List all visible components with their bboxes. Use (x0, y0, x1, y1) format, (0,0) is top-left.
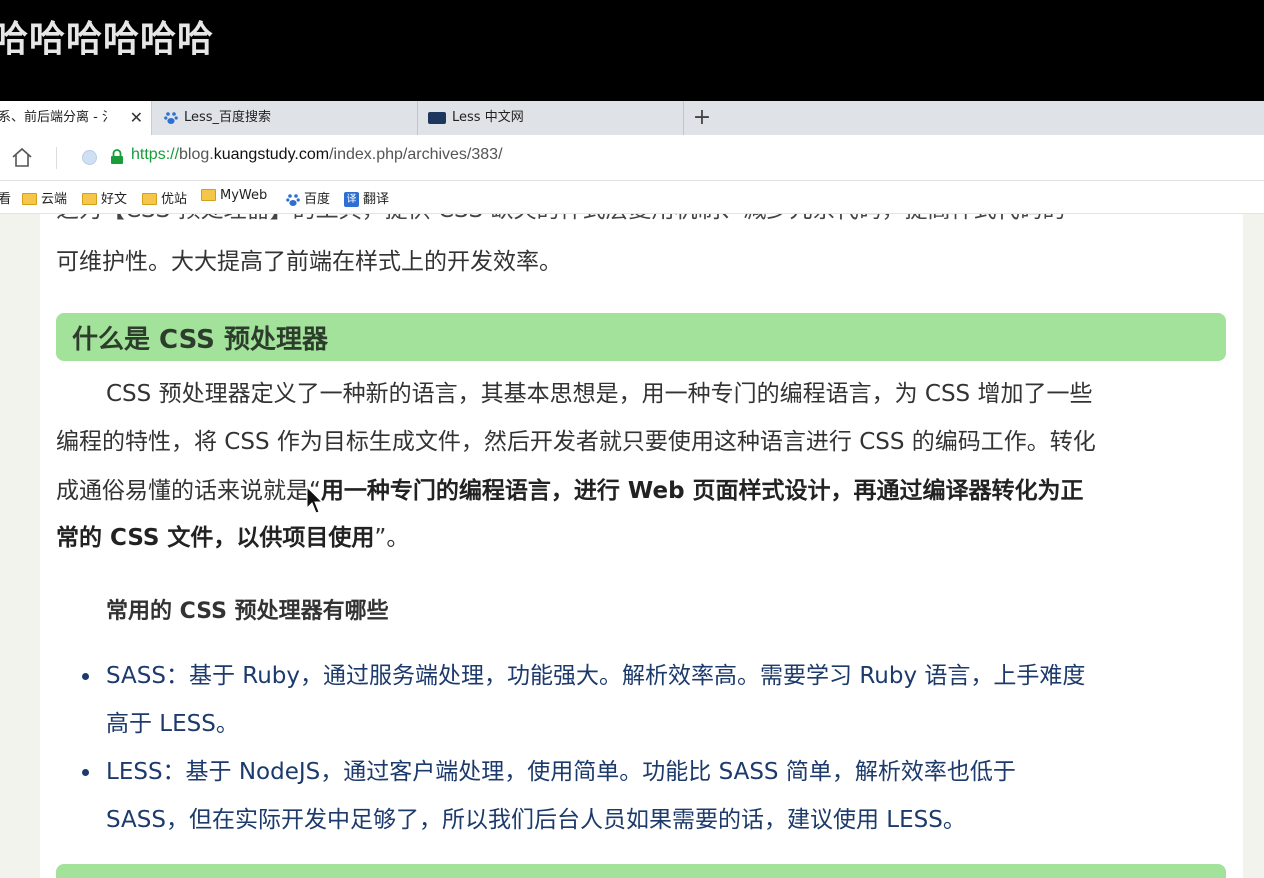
section-heading-text: 什么是 CSS 预处理器 (72, 325, 328, 355)
bookmark-label: 翻译 (363, 192, 390, 207)
bookmark-label: 云端 (41, 192, 68, 207)
tab-less-cn[interactable]: Less 中文网 (418, 101, 684, 135)
list-item-line: SASS：基于 Ruby，通过服务端处理，功能强大。解析效率高。需要学习 Rub… (106, 663, 1086, 689)
bookmark-folder-haowen[interactable]: 好文 (82, 188, 127, 207)
folder-icon (82, 192, 97, 205)
site-info-icon[interactable] (82, 150, 97, 165)
tab-less-baidu[interactable]: Less_百度搜索 (152, 101, 418, 135)
bookmark-folder-youzhan[interactable]: 优站 (142, 188, 187, 207)
tab-bar: 系、前后端分离 - 氵 ✕ Less_百度搜索 Less 中文网 (0, 101, 1264, 136)
preprocessor-list: SASS：基于 Ruby，通过服务端处理，功能强大。解析效率高。需要学习 Rub… (56, 652, 1216, 844)
section-heading: 什么是 CSS 预处理器 (56, 313, 1226, 361)
tab-active[interactable]: 系、前后端分离 - 氵 ✕ (0, 101, 152, 135)
paragraph-text: 成通俗易懂的话来说就是“ (56, 478, 321, 504)
folder-icon (201, 188, 216, 201)
emphasis-text: 用一种专门的编程语言，进行 Web 页面样式设计，再通过编译器转化为正 (320, 478, 1084, 504)
lock-icon[interactable] (110, 149, 124, 165)
clipped-paragraph-line: 之为【CSS 预处理器】的工具，提供 CSS 缺失的样式层复用机制、减少冗余代码… (56, 214, 1216, 234)
home-icon[interactable] (10, 146, 34, 170)
paragraph-line: 常的 CSS 文件，以供项目使用”。 (56, 514, 1216, 562)
bookmark-label: 优站 (161, 192, 188, 207)
url-scheme: https:// (131, 146, 180, 163)
list-item-line: LESS：基于 NodeJS，通过客户端处理，使用简单。功能比 SASS 简单，… (106, 759, 1016, 785)
url-input[interactable]: https://blog.kuangstudy.com/index.php/ar… (131, 146, 503, 164)
translate-icon: 译 (344, 192, 359, 207)
url-domain: kuangstudy.com (213, 146, 330, 163)
bookmark-label: 看 (0, 192, 12, 207)
overlay-caption: 哈哈哈哈哈哈 (0, 19, 215, 60)
mouse-cursor-icon (306, 486, 324, 514)
tab-label: 系、前后端分离 - 氵 (0, 110, 115, 125)
paragraph-line: 编程的特性，将 CSS 作为目标生成文件，然后开发者就只要使用这种语言进行 CS… (56, 429, 1096, 455)
folder-icon (22, 192, 37, 205)
url-subdomain: blog. (179, 146, 214, 163)
emphasis-text: 常的 CSS 文件，以供项目使用 (56, 525, 375, 551)
list-item-line: 高于 LESS。 (106, 711, 239, 737)
new-tab-button[interactable]: + (690, 101, 714, 135)
video-overlay-bar: 哈哈哈哈哈哈 (0, 0, 1264, 101)
bookmarks-bar: 看 云端 好文 优站 MyWeb 百度 译翻译 (0, 181, 1264, 214)
bookmark-baidu[interactable]: 百度 (286, 188, 330, 207)
intro-paragraph-end: 可维护性。大大提高了前端在样式上的开发效率。 (56, 249, 562, 275)
divider (56, 147, 57, 169)
bookmark-label: MyWeb (220, 188, 268, 203)
less-logo-icon (428, 111, 446, 124)
address-bar: https://blog.kuangstudy.com/index.php/ar… (0, 135, 1264, 181)
url-path: /index.php/archives/383/ (329, 146, 503, 163)
list-item: LESS：基于 NodeJS，通过客户端处理，使用简单。功能比 SASS 简单，… (56, 748, 1216, 844)
bookmark-translate[interactable]: 译翻译 (344, 188, 389, 207)
baidu-paw-icon (286, 193, 300, 206)
paragraph-line: 成通俗易懂的话来说就是“用一种专门的编程语言，进行 Web 页面样式设计，再通过… (56, 467, 1216, 515)
list-item-line: SASS，但在实际开发中足够了，所以我们后台人员如果需要的话，建议使用 LESS… (106, 807, 966, 833)
tab-label: Less 中文网 (452, 110, 524, 125)
bookmark-label: 好文 (101, 192, 128, 207)
subheading: 常用的 CSS 预处理器有哪些 (106, 599, 389, 624)
bookmark-label: 百度 (304, 192, 331, 207)
next-section-heading (56, 864, 1226, 878)
tab-label: Less_百度搜索 (184, 110, 272, 125)
baidu-paw-icon (164, 111, 178, 124)
paragraph-text: ”。 (374, 525, 410, 551)
list-item: SASS：基于 Ruby，通过服务端处理，功能强大。解析效率高。需要学习 Rub… (56, 652, 1216, 748)
close-tab-icon[interactable]: ✕ (130, 101, 143, 135)
folder-icon (142, 192, 157, 205)
bookmark-folder-myweb[interactable]: MyWeb (201, 188, 267, 203)
bookmark-folder-yunduan[interactable]: 云端 (22, 188, 67, 207)
bookmark-item[interactable]: 看 (0, 188, 11, 207)
article-content: 之为【CSS 预处理器】的工具，提供 CSS 缺失的样式层复用机制、减少冗余代码… (40, 214, 1243, 878)
paragraph-line: CSS 预处理器定义了一种新的语言，其基本思想是，用一种专门的编程语言，为 CS… (106, 381, 1093, 407)
